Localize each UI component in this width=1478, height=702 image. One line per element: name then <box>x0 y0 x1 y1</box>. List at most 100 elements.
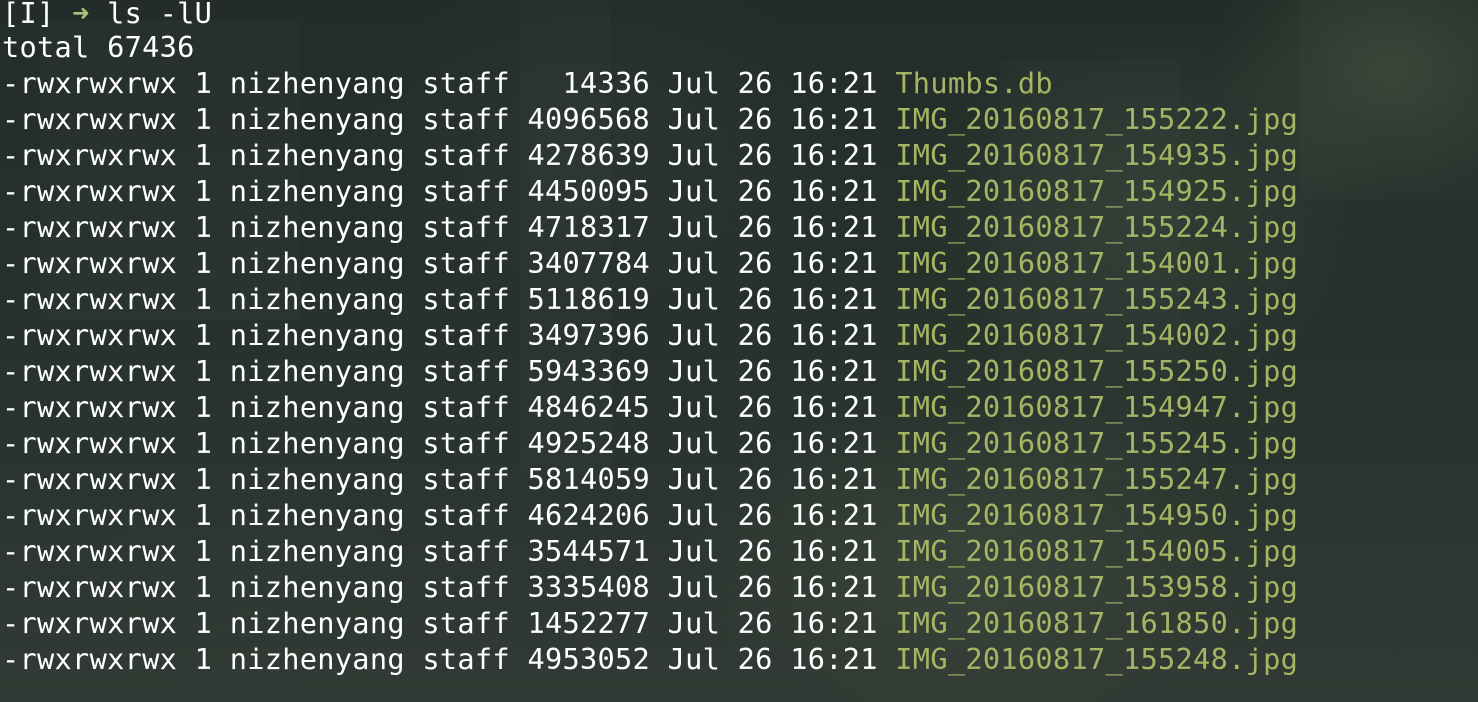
cell-owner: nizhenyang <box>229 426 405 460</box>
cell-links: 1 <box>194 174 213 208</box>
cell-group: staff <box>422 642 510 676</box>
cell-group: staff <box>422 210 510 244</box>
cell-size: 5118619 <box>527 282 651 316</box>
cell-name: IMG_20160817_154925.jpg <box>895 174 1299 208</box>
cell-owner: nizhenyang <box>229 606 405 640</box>
cell-group: staff <box>422 66 510 100</box>
cell-owner: nizhenyang <box>229 534 405 568</box>
cell-name: IMG_20160817_155247.jpg <box>895 462 1299 496</box>
cell-time: 16:21 <box>790 534 878 568</box>
cell-time: 16:21 <box>790 102 878 136</box>
cell-size: 4278639 <box>527 138 651 172</box>
cell-day: 26 <box>737 606 773 640</box>
cell-month: Jul <box>667 462 721 496</box>
cell-group: staff <box>422 318 510 352</box>
cell-owner: nizhenyang <box>229 318 405 352</box>
file-row: -rwxrwxrwx 1 nizhenyang staff 3335408 Ju… <box>2 569 1298 605</box>
cell-group: staff <box>422 462 510 496</box>
cell-permissions: -rwxrwxrwx <box>2 570 178 604</box>
cell-time: 16:21 <box>790 282 878 316</box>
cell-name: IMG_20160817_154935.jpg <box>895 138 1299 172</box>
vi-mode-indicator: [I] <box>2 0 55 30</box>
cell-day: 26 <box>737 570 773 604</box>
cell-day: 26 <box>737 462 773 496</box>
cell-permissions: -rwxrwxrwx <box>2 174 178 208</box>
cell-permissions: -rwxrwxrwx <box>2 606 178 640</box>
cell-time: 16:21 <box>790 354 878 388</box>
cell-owner: nizhenyang <box>229 210 405 244</box>
cell-group: staff <box>422 282 510 316</box>
cell-size: 5814059 <box>527 462 651 496</box>
cell-group: staff <box>422 138 510 172</box>
cell-owner: nizhenyang <box>229 642 405 676</box>
cell-name: IMG_20160817_154005.jpg <box>895 534 1299 568</box>
cell-owner: nizhenyang <box>229 174 405 208</box>
cell-permissions: -rwxrwxrwx <box>2 642 178 676</box>
cell-group: staff <box>422 426 510 460</box>
cell-links: 1 <box>194 66 213 100</box>
cell-time: 16:21 <box>790 66 878 100</box>
cell-links: 1 <box>194 498 213 532</box>
cell-group: staff <box>422 174 510 208</box>
cell-day: 26 <box>737 210 773 244</box>
cell-owner: nizhenyang <box>229 282 405 316</box>
cell-size: 5943369 <box>527 354 651 388</box>
prompt-line: [I] ➜ ls -lU <box>2 0 212 31</box>
cell-permissions: -rwxrwxrwx <box>2 138 178 172</box>
cell-time: 16:21 <box>790 570 878 604</box>
cell-links: 1 <box>194 606 213 640</box>
cell-size: 3335408 <box>527 570 651 604</box>
cell-day: 26 <box>737 138 773 172</box>
cell-permissions: -rwxrwxrwx <box>2 426 178 460</box>
cell-name: IMG_20160817_161850.jpg <box>895 606 1299 640</box>
cell-permissions: -rwxrwxrwx <box>2 246 178 280</box>
cell-group: staff <box>422 246 510 280</box>
cell-owner: nizhenyang <box>229 66 405 100</box>
file-row: -rwxrwxrwx 1 nizhenyang staff 5943369 Ju… <box>2 353 1298 389</box>
cell-month: Jul <box>667 570 721 604</box>
cell-time: 16:21 <box>790 390 878 424</box>
cell-day: 26 <box>737 426 773 460</box>
cell-links: 1 <box>194 426 213 460</box>
cell-month: Jul <box>667 246 721 280</box>
cell-links: 1 <box>194 642 213 676</box>
cell-group: staff <box>422 390 510 424</box>
cell-time: 16:21 <box>790 642 878 676</box>
cell-owner: nizhenyang <box>229 246 405 280</box>
cell-links: 1 <box>194 462 213 496</box>
file-row: -rwxrwxrwx 1 nizhenyang staff 4278639 Ju… <box>2 137 1298 173</box>
cell-day: 26 <box>737 354 773 388</box>
cell-month: Jul <box>667 606 721 640</box>
cell-permissions: -rwxrwxrwx <box>2 282 178 316</box>
cell-owner: nizhenyang <box>229 462 405 496</box>
cell-links: 1 <box>194 102 213 136</box>
file-row: -rwxrwxrwx 1 nizhenyang staff 3544571 Ju… <box>2 533 1298 569</box>
cell-size: 4624206 <box>527 498 651 532</box>
cell-owner: nizhenyang <box>229 102 405 136</box>
cell-permissions: -rwxrwxrwx <box>2 66 178 100</box>
cell-day: 26 <box>737 498 773 532</box>
total-line: total 67436 <box>2 30 195 64</box>
cell-size: 3544571 <box>527 534 651 568</box>
file-row: -rwxrwxrwx 1 nizhenyang staff 4953052 Ju… <box>2 641 1298 677</box>
cell-size: 4925248 <box>527 426 651 460</box>
cell-time: 16:21 <box>790 318 878 352</box>
cell-size: 4096568 <box>527 102 651 136</box>
file-row: -rwxrwxrwx 1 nizhenyang staff 14336 Jul … <box>2 65 1053 101</box>
cell-group: staff <box>422 354 510 388</box>
cell-owner: nizhenyang <box>229 498 405 532</box>
cell-name: IMG_20160817_154947.jpg <box>895 390 1299 424</box>
cell-group: staff <box>422 498 510 532</box>
cell-owner: nizhenyang <box>229 570 405 604</box>
cell-permissions: -rwxrwxrwx <box>2 390 178 424</box>
cell-month: Jul <box>667 390 721 424</box>
cell-name: IMG_20160817_153958.jpg <box>895 570 1299 604</box>
terminal-window[interactable]: [I] ➜ ls -lU total 67436 -rwxrwxrwx 1 ni… <box>0 0 1478 702</box>
cell-name: IMG_20160817_155224.jpg <box>895 210 1299 244</box>
cell-permissions: -rwxrwxrwx <box>2 462 178 496</box>
cell-name: IMG_20160817_155248.jpg <box>895 642 1299 676</box>
file-row: -rwxrwxrwx 1 nizhenyang staff 4925248 Ju… <box>2 425 1298 461</box>
cell-time: 16:21 <box>790 138 878 172</box>
cell-month: Jul <box>667 354 721 388</box>
file-row: -rwxrwxrwx 1 nizhenyang staff 3497396 Ju… <box>2 317 1298 353</box>
